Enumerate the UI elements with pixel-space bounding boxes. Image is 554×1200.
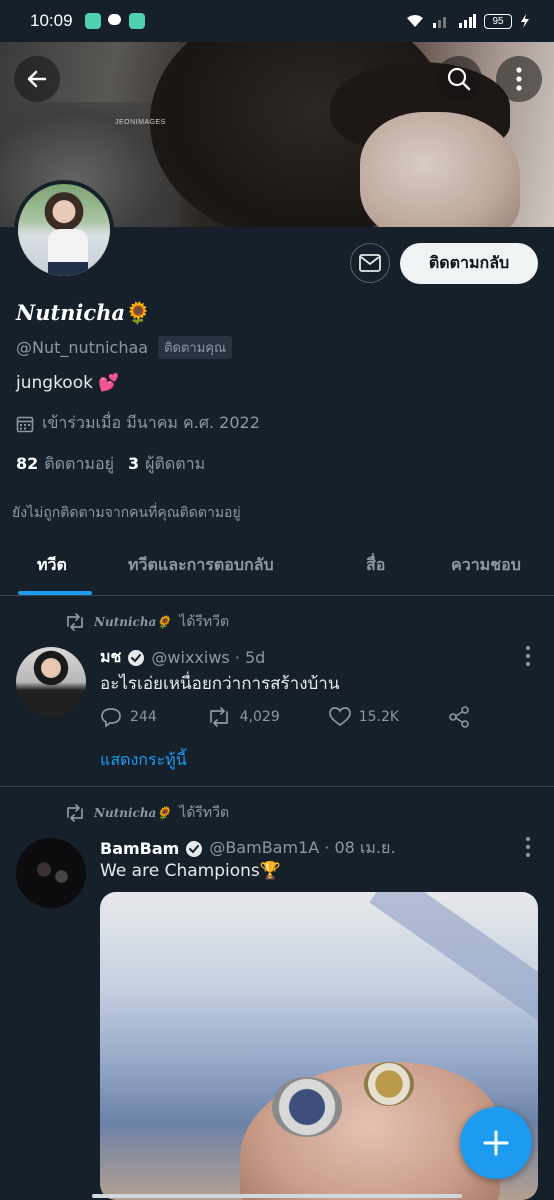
like-button[interactable]: 15.2K — [328, 706, 400, 728]
calendar-icon — [16, 416, 34, 432]
tweet-author-handle[interactable]: @BamBam1A · 08 เม.ย. — [209, 836, 395, 861]
vertical-dots-icon — [516, 67, 522, 91]
search-button[interactable] — [436, 56, 482, 102]
retweet-context: Nutnicha🌻 ได้รีทวีต — [64, 611, 229, 633]
tweet-actions: 244 4,029 15.2K — [100, 706, 470, 728]
reply-icon — [101, 708, 121, 727]
battery-icon: 95 — [484, 13, 512, 29]
followers-label: ผู้ติดตาม — [145, 454, 206, 473]
retweet-button[interactable]: 4,029 — [206, 706, 280, 728]
mail-icon — [359, 254, 381, 272]
tab-likes[interactable]: ความชอบ — [451, 540, 521, 596]
retweet-icon — [209, 707, 228, 727]
profile-avatar[interactable] — [14, 180, 114, 280]
tweet-author-avatar[interactable] — [16, 838, 86, 908]
tab-tweets-replies[interactable]: ทวีตและการตอบกลับ — [128, 540, 274, 596]
tab-tweets[interactable]: ทวีต — [37, 540, 67, 596]
following-link[interactable]: 82 ติดตามอยู่ — [16, 452, 114, 477]
joined-date: เข้าร่วมเมื่อ มีนาคม ค.ศ. 2022 — [16, 411, 260, 436]
signal-icon — [433, 17, 446, 28]
status-indicators: 95 — [406, 13, 530, 29]
follows-you-badge: ติดตามคุณ — [158, 336, 233, 359]
tweet-author-avatar[interactable] — [16, 647, 86, 717]
tweet-header-2: BamBam @BamBam1A · 08 เม.ย. — [100, 836, 395, 861]
status-time: 10:09 — [30, 11, 73, 30]
retweeter-name[interactable]: Nutnicha🌻 — [94, 615, 171, 629]
joined-text: เข้าร่วมเมื่อ มีนาคม ค.ศ. 2022 — [42, 413, 260, 432]
profile-display-name: Nutnicha — [16, 300, 126, 325]
compose-tweet-button[interactable] — [460, 1107, 532, 1179]
plus-icon — [483, 1130, 509, 1156]
followers-link[interactable]: 3 ผู้ติดตาม — [128, 452, 205, 477]
home-indicator — [92, 1194, 462, 1198]
tweet-more-button[interactable] — [520, 837, 536, 857]
tweet-author-name[interactable]: มช — [100, 645, 121, 670]
heart-icon — [328, 707, 351, 727]
retweet-label: ได้รีทวีต — [179, 805, 230, 821]
retweet-label: ได้รีทวีต — [179, 614, 230, 630]
tweet-author-handle[interactable]: @wixxiws · 5d — [151, 648, 265, 667]
show-thread-link[interactable]: แสดงกระทู้นี้ — [100, 748, 187, 773]
reply-button[interactable]: 244 — [100, 706, 157, 728]
more-options-button[interactable] — [496, 56, 542, 102]
retweet-icon — [67, 804, 83, 822]
handle-row: @Nut_nutnichaa ติดตามคุณ — [16, 336, 233, 359]
chat-notification-icon — [107, 13, 123, 29]
charging-icon — [521, 14, 529, 28]
profile-bio: jungkook 💕 — [16, 373, 120, 393]
signal-icon-2 — [459, 14, 476, 28]
like-count: 15.2K — [358, 709, 400, 725]
sunflower-emoji: 🌻 — [125, 300, 152, 325]
profile-handle: @Nut_nutnichaa — [16, 338, 149, 357]
banner-watermark: JEONIMAGES — [115, 119, 166, 126]
tweet-text: We are Champions🏆 — [100, 861, 281, 881]
followers-count: 3 — [127, 454, 140, 473]
notification-app-icon — [84, 13, 101, 29]
back-button[interactable] — [14, 56, 60, 102]
not-followed-note: ยังไม่ถูกติดตามจากคนที่คุณติดตามอยู่ — [12, 505, 241, 521]
tweet-header: มช @wixxiws · 5d — [100, 645, 265, 670]
wifi-icon — [407, 15, 423, 27]
profile-name: Nutnicha🌻 — [16, 300, 151, 326]
retweet-count: 4,029 — [239, 709, 280, 725]
verified-badge-icon — [186, 840, 203, 857]
following-count: 82 — [16, 454, 39, 473]
share-button[interactable] — [448, 706, 470, 728]
search-icon — [447, 67, 471, 91]
follow-back-button[interactable]: ติดตามกลับ — [400, 243, 538, 284]
notification-app-icon-2 — [128, 13, 145, 29]
follow-stats: 82 ติดตามอยู่ 3 ผู้ติดตาม — [16, 452, 205, 477]
tab-media[interactable]: สื่อ — [366, 540, 385, 596]
reply-count: 244 — [130, 709, 157, 725]
arrow-left-icon — [27, 70, 47, 88]
following-label: ติดตามอยู่ — [44, 454, 114, 473]
tweet-text: อะไรเอ่ยเหนื่อยกว่าการสร้างบ้าน — [100, 674, 340, 694]
tweet-more-button[interactable] — [520, 646, 536, 666]
share-icon — [449, 706, 469, 728]
verified-badge-icon — [128, 649, 145, 666]
tweet-author-name[interactable]: BamBam — [100, 839, 179, 858]
retweeter-name[interactable]: Nutnicha🌻 — [94, 806, 171, 820]
retweet-context-2: Nutnicha🌻 ได้รีทวีต — [64, 802, 229, 824]
tweet-divider — [0, 786, 554, 787]
retweet-icon — [67, 613, 83, 631]
message-button[interactable] — [350, 243, 390, 283]
profile-tabs: ทวีต ทวีตและการตอบกลับ สื่อ ความชอบ — [0, 540, 554, 596]
active-tab-indicator — [18, 591, 92, 595]
status-bar: 10:09 95 — [0, 0, 554, 42]
